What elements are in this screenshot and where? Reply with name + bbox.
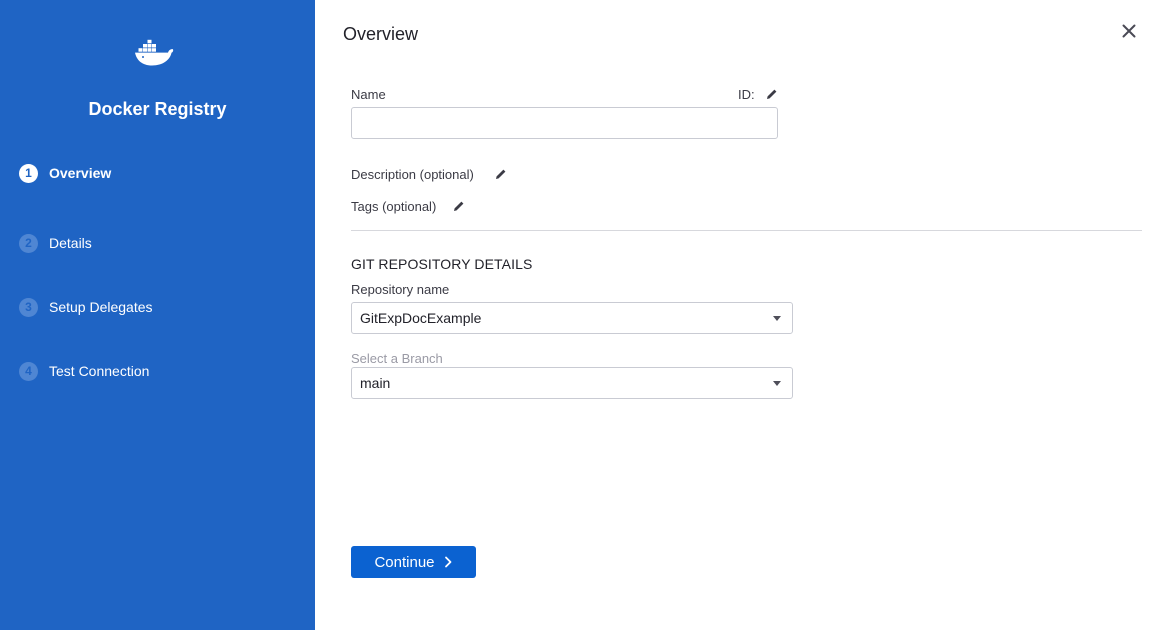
step-number: 4 (19, 361, 38, 381)
chevron-down-icon (773, 316, 781, 321)
close-icon[interactable] (1120, 22, 1138, 40)
edit-description-pencil-icon[interactable] (495, 168, 507, 180)
continue-button[interactable]: Continue (351, 546, 476, 578)
git-details-heading: GIT REPOSITORY DETAILS (351, 256, 533, 272)
page-title: Overview (343, 24, 419, 44)
section-divider (351, 230, 1142, 231)
overview-panel: Overview Name ID: Description (optional)… (315, 0, 1166, 630)
step-number: 2 (19, 233, 38, 253)
edit-id-pencil-icon[interactable] (766, 88, 778, 100)
branch-label: Select a Branch (351, 351, 443, 366)
description-label: Description (optional) (351, 167, 474, 182)
id-label: ID: (738, 87, 755, 102)
step-label: Test Connection (49, 363, 150, 379)
branch-select[interactable]: main (351, 367, 793, 399)
step-test-connection[interactable]: 4 Test Connection (19, 361, 149, 381)
repository-selected-value: GitExpDocExample (360, 310, 482, 326)
repository-name-label: Repository name (351, 282, 450, 297)
step-label: Setup Delegates (49, 299, 153, 315)
step-number: 1 (19, 163, 38, 183)
connector-title: Docker Registry (88, 99, 227, 119)
name-label: Name (351, 87, 386, 102)
branch-selected-value: main (360, 375, 391, 391)
step-overview[interactable]: 1 Overview (19, 163, 111, 183)
step-setup-delegates[interactable]: 3 Setup Delegates (19, 297, 153, 317)
step-label: Details (49, 235, 92, 251)
chevron-right-icon (444, 556, 451, 568)
repository-name-select[interactable]: GitExpDocExample (351, 302, 793, 334)
tags-label: Tags (optional) (351, 199, 437, 214)
step-label: Overview (49, 165, 112, 181)
docker-whale-icon (135, 39, 174, 66)
step-details[interactable]: 2 Details (19, 233, 92, 253)
name-input[interactable] (351, 107, 778, 139)
chevron-down-icon (773, 381, 781, 386)
step-number: 3 (19, 297, 38, 317)
edit-tags-pencil-icon[interactable] (453, 200, 465, 212)
continue-label: Continue (374, 553, 435, 571)
wizard-sidebar: Docker Registry 1 Overview 2 Details 3 S… (0, 0, 315, 630)
